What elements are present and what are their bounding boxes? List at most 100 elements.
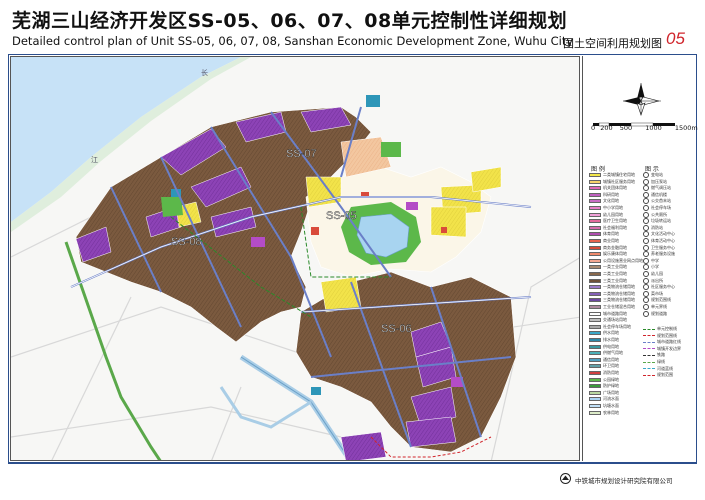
legend-symbol-icon — [643, 251, 649, 258]
legend-item: 通信用地 — [589, 357, 619, 362]
legend-symbol-item: 幼儿园 — [643, 271, 663, 277]
unit-label-ss06: SS-06 — [381, 323, 412, 335]
legend-label: 社会停车场 — [651, 205, 671, 210]
legend-item: 社会福利用地 — [589, 225, 627, 230]
legend-symbol-item: 养老服务设施 — [643, 251, 675, 258]
legend-item: 三类物流仓储用地 — [589, 297, 635, 303]
legend-item: 公用设施营业网点用地 — [589, 258, 643, 263]
legend-symbol-icon — [643, 218, 649, 225]
unit-label-ss08: SS-08 — [171, 236, 202, 248]
legend-label: 社区服务中心 — [651, 284, 675, 290]
legend-symbol-item: 规划道路 — [643, 310, 667, 317]
legend-label: 公共厕所 — [651, 211, 667, 217]
legend-label: 一类工业用地 — [603, 264, 627, 270]
legend-item: 医疗卫生用地 — [589, 218, 627, 224]
legend-symbol-item: 加压泵站 — [643, 178, 667, 185]
legend-label: 通信机楼 — [651, 191, 667, 197]
scale-tick-0: 0 — [591, 124, 596, 132]
map-name: 国土空间利用规划图 — [563, 37, 662, 50]
legend-label: 文化用地 — [603, 198, 619, 204]
legend-symbol-icon — [643, 205, 649, 211]
scale-tick-500: 500 — [619, 124, 633, 132]
legend-item: 坑塘水面 — [589, 403, 619, 408]
legend-item: 一类工业用地 — [589, 264, 627, 270]
legend-item: 消防用地 — [589, 370, 619, 375]
legend-swatch — [589, 298, 601, 303]
legend-symbol-item: 体育活动中心 — [643, 238, 675, 244]
legend-line-sample — [643, 374, 655, 376]
map-canvas[interactable]: SS-07 SS-05 SS-08 SS-06 长 江 — [10, 56, 580, 461]
legend-symbol-icon — [643, 231, 649, 238]
legend-swatch — [589, 364, 601, 369]
legend-label: 科研用地 — [603, 191, 619, 197]
legend-label: 交通场站用地 — [603, 317, 627, 323]
legend-label: 小学 — [651, 264, 659, 270]
legend-symbol-item: 派出所 — [643, 277, 663, 284]
legend-label: 消防站 — [651, 224, 663, 230]
legend-label: 三类物流仓储用地 — [603, 297, 635, 303]
legend-item: 广场用地 — [589, 390, 619, 395]
legend-symbol-icon — [643, 238, 649, 244]
legend-label: 消防用地 — [603, 370, 619, 375]
legend-label: 养老服务设施 — [651, 251, 675, 257]
legend-label: 文化活动中心 — [651, 231, 675, 237]
legend-swatch — [589, 390, 601, 395]
legend-symbol-icon — [643, 172, 649, 178]
legend-line-item: 规划范围 — [643, 372, 673, 377]
legend-line-item: 单元控制线 — [643, 326, 677, 331]
legend-label: 机关团体用地 — [603, 185, 627, 191]
map-svg: SS-07 SS-05 SS-08 SS-06 长 江 — [11, 57, 579, 460]
legend-swatch — [589, 404, 601, 408]
legend-item: 二类工业用地 — [589, 271, 627, 276]
legend-label: 二类工业用地 — [603, 271, 627, 276]
legend-label: 社会福利用地 — [603, 224, 627, 230]
legend-swatch — [589, 291, 601, 296]
legend-swatch — [589, 324, 601, 329]
legend-item: 供水用地 — [589, 330, 619, 336]
unit-label-ss07: SS-07 — [286, 148, 317, 160]
legend-swatch — [589, 305, 601, 309]
legend-swatch — [589, 245, 601, 250]
legend-swatch — [589, 265, 601, 270]
legend-item: 环卫用地 — [589, 363, 619, 369]
legend-label: 供电用地 — [603, 343, 619, 349]
legend-label: 体育活动中心 — [651, 238, 675, 243]
legend-swatch — [589, 252, 601, 257]
legend-swatch — [589, 239, 601, 243]
legend-swatch — [589, 225, 601, 230]
page-subtitle-en: Detailed control plan of Unit SS-05, 06,… — [12, 34, 574, 48]
legend-label: 广场用地 — [603, 389, 619, 395]
legend-swatch — [589, 397, 601, 402]
legend-label: 规划范围线 — [651, 297, 671, 303]
legend-item: 二类物流仓储用地 — [589, 291, 635, 296]
legend-swatch — [589, 338, 601, 342]
legend-label: 供水用地 — [603, 330, 619, 336]
legend-symbol-icon — [643, 191, 649, 198]
legend-item: 科研用地 — [589, 192, 619, 197]
legend-item: 公园绿地 — [589, 377, 619, 382]
legend-symbol-item: 小学 — [643, 264, 659, 271]
legend-label: 医疗卫生用地 — [603, 218, 627, 224]
legend-symbol-icon — [643, 277, 649, 284]
legend-label: 垃圾转运站 — [651, 218, 671, 224]
legend-item: 供燃气用地 — [589, 350, 623, 356]
legend-item: 娱乐康体用地 — [589, 251, 627, 257]
legend-item: 中小学用地 — [589, 205, 623, 210]
legend-symbol-icon — [643, 198, 649, 205]
legend-swatch — [589, 206, 601, 210]
legend-swatch — [589, 173, 601, 177]
legend-item: 城镇社区服务用地 — [589, 179, 635, 184]
legend-label: 单元界线 — [651, 304, 667, 309]
legend-symbol-icon — [643, 178, 649, 185]
legend-item: 河流水面 — [589, 396, 619, 402]
legend-label: 中学 — [651, 257, 659, 263]
unit-label-ss05: SS-05 — [326, 210, 357, 222]
north-arrow-icon — [623, 83, 661, 116]
legend-symbol-icon — [643, 310, 649, 317]
legend-label: 加压泵站 — [651, 178, 667, 184]
legend-label: 派出所 — [651, 277, 663, 283]
legend-symbol-item: 消防站 — [643, 224, 663, 231]
legend-swatch — [589, 192, 601, 197]
legend-label: 规划范围线 — [657, 332, 677, 338]
legend-item: 排水用地 — [589, 337, 619, 342]
